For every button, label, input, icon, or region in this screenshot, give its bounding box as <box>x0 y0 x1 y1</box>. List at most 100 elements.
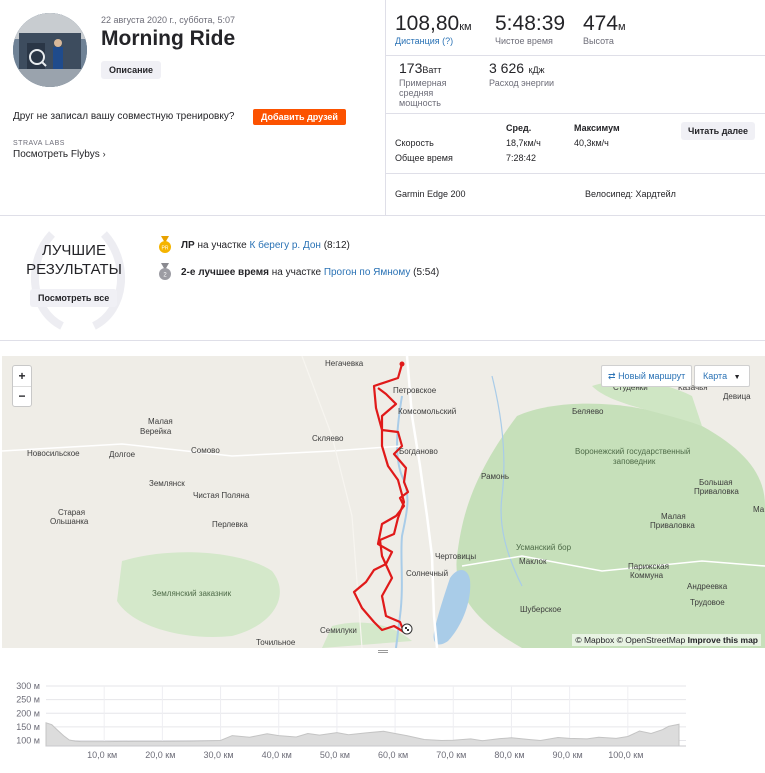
improve-map-link[interactable]: Improve this map <box>688 635 758 645</box>
stat-power: 173Ватт Примерная средняя мощность <box>399 60 447 108</box>
elevation-value: 474 <box>583 12 619 35</box>
place-label: Верейка <box>140 427 172 436</box>
place-label: Петровское <box>393 386 437 395</box>
description-button[interactable]: Описание <box>101 61 162 79</box>
stat-elevation: 474м Высота <box>583 12 626 46</box>
elevation-area <box>45 722 680 747</box>
place-label: Приваловка <box>694 487 739 496</box>
zoom-in-button[interactable]: + <box>13 366 31 387</box>
power-label-3: мощность <box>399 98 441 108</box>
add-friends-button[interactable]: Добавить друзей <box>253 109 346 125</box>
read-more-button[interactable]: Читать далее <box>681 122 756 140</box>
best-item-1-time: (8:12) <box>323 240 350 251</box>
stat-energy: 3 626 кДж Расход энергии <box>489 60 554 88</box>
speed-label: Скорость <box>395 138 434 148</box>
place-label: Чертовицы <box>435 552 477 561</box>
x-tick-label: 100,0 км <box>608 750 643 760</box>
x-tick-label: 80,0 км <box>494 750 524 760</box>
place-label: Семилуки <box>320 626 357 635</box>
place-label: Ольшанка <box>50 517 89 526</box>
new-route-button[interactable]: ⇄ Новый маршрут <box>601 365 693 387</box>
y-tick-label: 300 м <box>16 681 40 691</box>
gold-medal-icon: PR <box>159 236 171 253</box>
bike-name: Велосипед: Хардтейл <box>585 189 676 199</box>
map-attribution: © Mapbox © OpenStreetMap Improve this ma… <box>572 634 761 646</box>
place-label: Приваловка <box>650 521 695 530</box>
divider <box>386 173 765 174</box>
map-canvas[interactable] <box>2 356 765 648</box>
elevation-label: Высота <box>583 36 614 46</box>
finish-flag-icon <box>401 623 413 635</box>
stat-distance: 108,80км Дистанция (?) <box>395 12 472 46</box>
place-label: Скляево <box>312 434 344 443</box>
view-all-button[interactable]: Посмотреть все <box>30 289 118 307</box>
place-label: Ма <box>753 505 765 514</box>
forest-label: Усманский бор <box>516 543 572 552</box>
stat-moving-time: 5:48:39 Чистое время <box>495 12 565 46</box>
route-map[interactable]: Негачевка Петровское Студенки Казачья Де… <box>2 356 765 648</box>
power-label-2: средняя <box>399 88 434 98</box>
zoom-out-button[interactable]: − <box>13 387 31 406</box>
x-tick-label: 30,0 км <box>203 750 233 760</box>
best-item-2-pre: на участке <box>271 267 322 278</box>
reserve-label: Воронежский государственный <box>575 447 691 456</box>
energy-unit: кДж <box>528 65 545 75</box>
best-item-2: 2-е лучшее время на участке Прогон по Ям… <box>181 267 439 278</box>
place-label: Маклок <box>519 557 547 566</box>
place-label: Землянск <box>149 479 185 488</box>
total-time-label: Общее время <box>395 153 453 163</box>
x-tick-label: 40,0 км <box>262 750 292 760</box>
segment-link-1[interactable]: К берегу р. Дон <box>250 240 321 251</box>
place-label: Большая <box>699 478 733 487</box>
distance-label[interactable]: Дистанция (?) <box>395 36 472 46</box>
place-label: Трудовое <box>690 598 725 607</box>
laurel-icon <box>30 231 126 330</box>
activity-header: 22 августа 2020 г., суббота, 5:07 Mornin… <box>0 0 385 215</box>
friends-question: Друг не записал вашу совместную трениров… <box>13 111 235 122</box>
osm-link[interactable]: © OpenStreetMap <box>617 635 686 645</box>
best-item-1: ЛР на участке К берегу р. Дон (8:12) <box>181 240 350 251</box>
power-unit: Ватт <box>422 65 442 75</box>
avatar[interactable] <box>13 13 87 87</box>
power-label-1: Примерная <box>399 78 447 88</box>
start-marker-icon <box>399 361 405 367</box>
place-label: Комсомольский <box>398 407 457 416</box>
reserve-label: заповедник <box>613 457 656 466</box>
divider <box>385 0 386 215</box>
zoom-controls: + − <box>12 365 32 407</box>
resize-handle[interactable] <box>378 648 388 654</box>
route-icon: ⇄ <box>608 371 616 381</box>
place-label: Богданово <box>399 447 438 456</box>
total-time: 7:28:42 <box>506 153 537 163</box>
place-label: Рамонь <box>481 472 510 481</box>
place-label: Андреевка <box>687 582 728 591</box>
y-tick-label: 150 м <box>16 722 40 732</box>
segment-link-2[interactable]: Прогон по Ямному <box>324 267 411 278</box>
place-label: Сомово <box>191 446 220 455</box>
energy-label: Расход энергии <box>489 78 555 88</box>
place-label: Старая <box>58 508 86 517</box>
place-label: Чистая Поляна <box>193 491 250 500</box>
place-label: Негачевка <box>325 359 364 368</box>
power-value: 173 <box>399 60 423 76</box>
elevation-chart[interactable]: 300 м 250 м 200 м 150 м 100 м 10,0 км 20,0 км 3… <box>0 656 765 768</box>
map-type-label: Карта <box>703 371 728 381</box>
place-label: Точильное <box>256 638 296 647</box>
speed-max: 40,3км/ч <box>574 138 609 148</box>
elevation-chart-svg[interactable]: 300 м 250 м 200 м 150 м 100 м 10,0 км 20,0 км 3… <box>0 656 765 768</box>
activity-title: Morning Ride <box>101 27 236 50</box>
y-tick-label: 250 м <box>16 695 40 705</box>
flybys-link[interactable]: Посмотреть Flybys › <box>13 149 106 160</box>
details-col-avg: Сред. <box>506 123 532 133</box>
avatar-photo <box>13 13 87 87</box>
map-type-select[interactable]: Карта ▼ <box>694 365 750 387</box>
strava-labs-tag: STRAVA LABS <box>13 140 65 147</box>
place-label: Коммуна <box>630 571 664 580</box>
mapbox-link[interactable]: © Mapbox <box>575 635 614 645</box>
y-tick-label: 200 м <box>16 708 40 718</box>
moving-time-value: 5:48:39 <box>495 12 566 35</box>
zakaznik-label: Землянский заказник <box>152 589 232 598</box>
details-col-max: Максимум <box>574 123 620 133</box>
energy-value: 3 626 <box>489 60 525 76</box>
distance-value: 108,80 <box>395 12 460 35</box>
